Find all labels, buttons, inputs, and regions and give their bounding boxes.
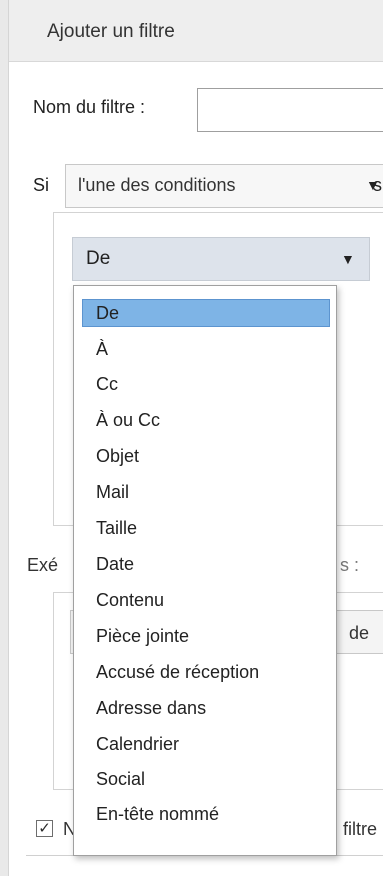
condition-selected-value: l'une des conditions (78, 175, 236, 195)
field-selected-value: De (86, 248, 111, 269)
dropdown-option-date[interactable]: Date (82, 550, 330, 578)
left-divider (8, 0, 9, 876)
panel-header: Ajouter un filtre (9, 0, 383, 62)
condition-prefix: Si (33, 175, 50, 195)
condition-select[interactable]: l'une des conditions ▼ (65, 164, 383, 208)
caret-down-icon: ▼ (341, 251, 355, 267)
action-select-text: de (349, 623, 370, 643)
dropdown-option-accuse-reception[interactable]: Accusé de réception (82, 658, 330, 686)
field-select[interactable]: De ▼ (72, 237, 370, 281)
checkbox[interactable]: ✓ (36, 820, 53, 837)
field-dropdown-list: De À Cc À ou Cc Objet Mail Taille Date C… (73, 285, 337, 856)
panel-title: Ajouter un filtre (47, 21, 175, 42)
dropdown-option-a[interactable]: À (82, 335, 330, 363)
dropdown-option-adresse-dans[interactable]: Adresse dans (82, 694, 330, 722)
dropdown-option-de[interactable]: De (82, 299, 330, 327)
condition-suffix: s (373, 175, 382, 195)
left-strip (0, 0, 8, 876)
filter-name-label: Nom du filtre : (33, 97, 146, 117)
actions-label-end: s : (340, 555, 360, 575)
dropdown-option-cc[interactable]: Cc (82, 370, 330, 398)
dropdown-option-taille[interactable]: Taille (82, 514, 330, 542)
dropdown-option-social[interactable]: Social (82, 765, 330, 793)
dropdown-option-en-tete-nomme[interactable]: En-tête nommé (82, 800, 330, 828)
dropdown-option-mail[interactable]: Mail (82, 478, 330, 506)
filter-name-input[interactable] (197, 88, 383, 132)
actions-label: Exé (27, 555, 59, 575)
dropdown-option-objet[interactable]: Objet (82, 442, 330, 470)
dropdown-option-piece-jointe[interactable]: Pièce jointe (82, 622, 330, 650)
dropdown-option-calendrier[interactable]: Calendrier (82, 730, 330, 758)
dropdown-option-contenu[interactable]: Contenu (82, 586, 330, 614)
dropdown-option-a-ou-cc[interactable]: À ou Cc (82, 406, 330, 434)
checkbox-label-end: filtre (343, 819, 378, 839)
